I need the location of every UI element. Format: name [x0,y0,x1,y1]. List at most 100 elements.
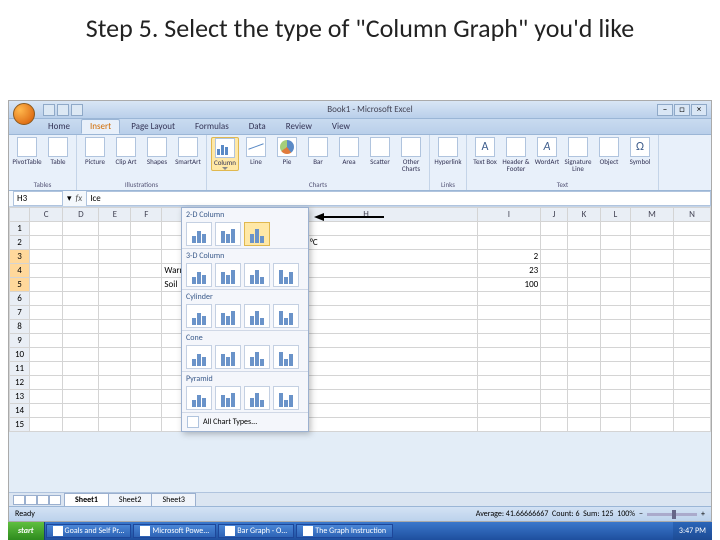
cell[interactable] [63,334,99,348]
cell[interactable] [674,292,711,306]
cell[interactable] [477,334,541,348]
row-header[interactable]: 9 [10,334,30,348]
row-header[interactable]: 6 [10,292,30,306]
cell[interactable] [674,320,711,334]
cell[interactable] [630,278,673,292]
column-header[interactable]: J [541,208,568,222]
chart-type-option[interactable] [244,345,270,369]
sheet-nav-first[interactable] [13,495,25,505]
cell[interactable] [131,264,162,278]
cell[interactable] [600,236,630,250]
cell[interactable] [674,348,711,362]
chart-type-option[interactable] [244,304,270,328]
column-chart-button[interactable]: Column [211,137,239,171]
cell[interactable] [600,278,630,292]
cell[interactable] [131,306,162,320]
all-chart-types-link[interactable]: All Chart Types... [182,413,308,431]
cell[interactable] [568,292,601,306]
cell[interactable] [99,404,131,418]
cell[interactable] [630,334,673,348]
cell[interactable] [600,376,630,390]
cell[interactable] [131,320,162,334]
tab-view[interactable]: View [323,119,359,134]
cell[interactable] [131,418,162,432]
cell[interactable] [674,264,711,278]
cell[interactable] [63,292,99,306]
cell[interactable] [30,264,63,278]
chart-type-option[interactable] [186,386,212,410]
cell[interactable] [99,418,131,432]
sheet-tab-1[interactable]: Sheet1 [64,493,109,507]
cell[interactable] [63,418,99,432]
cell[interactable] [99,264,131,278]
cell[interactable] [630,404,673,418]
chart-type-option[interactable] [273,304,299,328]
hyperlink-button[interactable]: Hyperlink [434,137,462,165]
cell[interactable] [674,362,711,376]
object-button[interactable]: Object [595,137,623,165]
row-header[interactable]: 12 [10,376,30,390]
cell[interactable] [674,404,711,418]
cell[interactable] [30,222,63,236]
cell[interactable] [630,376,673,390]
taskbar-item[interactable]: Goals and Self Pr... [46,524,132,538]
row-header[interactable]: 15 [10,418,30,432]
chart-type-option[interactable] [215,345,241,369]
cell[interactable] [600,264,630,278]
cell[interactable] [131,250,162,264]
sheet-nav-last[interactable] [49,495,61,505]
column-header[interactable]: D [63,208,99,222]
cell[interactable] [131,292,162,306]
office-button[interactable] [13,103,35,125]
row-header[interactable]: 10 [10,348,30,362]
sheet-tab-3[interactable]: Sheet3 [151,493,196,507]
cell[interactable] [30,292,63,306]
zoom-control[interactable]: 100% −+ [617,509,705,519]
cell[interactable]: 23 [477,264,541,278]
cell[interactable] [30,362,63,376]
pivot-table-button[interactable]: PivotTable [13,137,41,165]
cell[interactable] [30,334,63,348]
cell[interactable] [674,390,711,404]
chart-type-option[interactable] [186,222,212,246]
cell[interactable] [568,334,601,348]
cell[interactable] [630,236,673,250]
row-header[interactable]: 14 [10,404,30,418]
cell[interactable] [99,236,131,250]
chart-type-option[interactable] [273,263,299,287]
chart-type-option[interactable] [273,345,299,369]
cell[interactable] [477,404,541,418]
cell[interactable] [99,348,131,362]
fx-icon[interactable]: fx [76,193,83,204]
cell[interactable] [99,292,131,306]
cell[interactable] [99,306,131,320]
sheet-nav-prev[interactable] [25,495,37,505]
chart-type-option[interactable] [186,304,212,328]
cell[interactable] [674,306,711,320]
column-header[interactable] [10,208,30,222]
cell[interactable] [568,320,601,334]
cell[interactable] [630,418,673,432]
maximize-button[interactable]: □ [674,104,690,116]
row-header[interactable]: 3 [10,250,30,264]
cell[interactable] [63,390,99,404]
cell[interactable] [568,362,601,376]
column-header[interactable]: I [477,208,541,222]
cell[interactable] [541,404,568,418]
cell[interactable] [541,278,568,292]
cell[interactable] [131,376,162,390]
wordart-button[interactable]: AWordArt [533,137,561,165]
cell[interactable] [568,418,601,432]
tab-data[interactable]: Data [240,119,275,134]
cell[interactable] [600,418,630,432]
line-chart-button[interactable]: Line [242,137,270,165]
cell[interactable] [600,362,630,376]
cell[interactable] [541,348,568,362]
start-button[interactable]: start [8,522,45,540]
cell[interactable] [63,306,99,320]
cell[interactable] [600,250,630,264]
cell[interactable] [131,404,162,418]
bar-chart-button[interactable]: Bar [304,137,332,165]
cell[interactable] [630,348,673,362]
row-header[interactable]: 5 [10,278,30,292]
